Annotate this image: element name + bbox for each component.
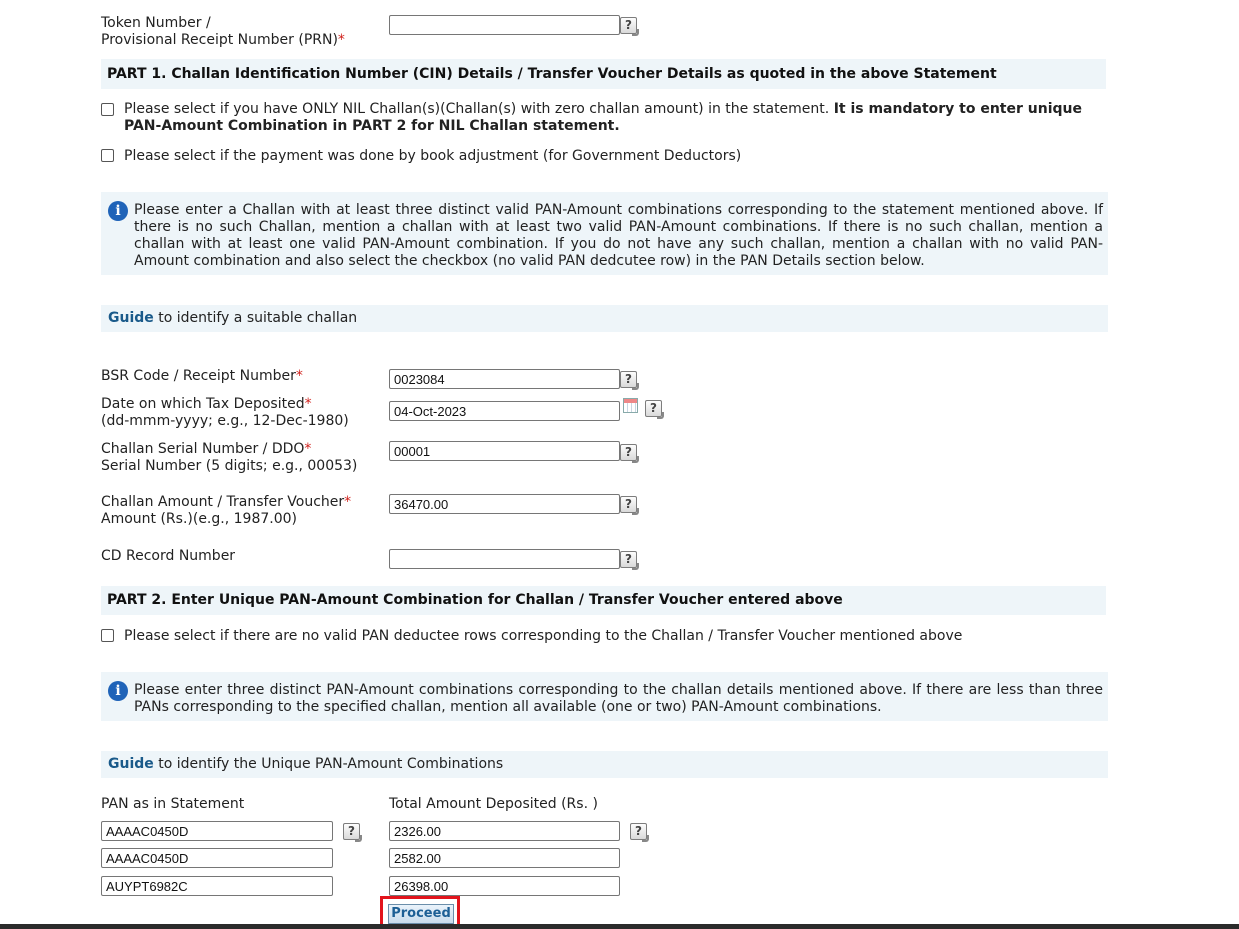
challan-amount-input[interactable] (389, 494, 620, 514)
part2-heading: PART 2. Enter Unique PAN-Amount Combinat… (101, 586, 1106, 615)
help-icon[interactable]: ? (620, 551, 639, 570)
date-deposited-input[interactable] (389, 401, 620, 421)
challan-amount-label: Challan Amount / Transfer Voucher* Amoun… (101, 494, 352, 527)
book-adjustment-text: Please select if the payment was done by… (124, 148, 742, 164)
token-number-input[interactable] (389, 15, 620, 35)
amount-input-3[interactable] (389, 876, 620, 896)
help-icon[interactable]: ? (343, 823, 362, 842)
pan-column-header: PAN as in Statement (101, 796, 245, 812)
help-icon[interactable]: ? (630, 823, 649, 842)
pan-guide-link[interactable]: Guide (108, 756, 154, 772)
challan-guide-bar: Guide to identify a suitable challan (101, 305, 1108, 332)
help-icon[interactable]: ? (620, 371, 639, 390)
pan-input-3[interactable] (101, 876, 333, 896)
bsr-code-label: BSR Code / Receipt Number* (101, 368, 303, 384)
calendar-icon[interactable] (623, 398, 638, 413)
cd-record-label: CD Record Number (101, 548, 236, 564)
amount-input-1[interactable] (389, 821, 620, 841)
required-mark: * (337, 32, 345, 48)
date-label: Date on which Tax Deposited* (dd-mmm-yyy… (101, 396, 349, 429)
proceed-button[interactable]: Proceed (388, 904, 454, 924)
cd-record-input[interactable] (389, 549, 620, 569)
challan-serial-label: Challan Serial Number / DDO* Serial Numb… (101, 441, 358, 474)
help-icon[interactable]: ? (620, 496, 639, 515)
amount-input-2[interactable] (389, 848, 620, 868)
nil-challan-checkbox[interactable] (101, 103, 114, 116)
help-icon[interactable]: ? (620, 17, 639, 36)
pan-input-2[interactable] (101, 848, 333, 868)
challan-info-box: i Please enter a Challan with at least t… (101, 192, 1108, 275)
nil-challan-text: Please select if you have ONLY NIL Chall… (124, 101, 1082, 134)
challan-guide-link[interactable]: Guide (108, 310, 154, 326)
info-icon: i (108, 681, 128, 701)
pan-info-box: i Please enter three distinct PAN-Amount… (101, 672, 1108, 721)
amount-column-header: Total Amount Deposited (Rs. ) (389, 796, 598, 812)
info-icon: i (108, 201, 128, 221)
bottom-divider (0, 924, 1239, 929)
no-valid-pan-text: Please select if there are no valid PAN … (124, 628, 963, 644)
book-adjustment-checkbox[interactable] (101, 149, 114, 162)
pan-input-1[interactable] (101, 821, 333, 841)
help-icon[interactable]: ? (645, 400, 664, 419)
no-valid-pan-checkbox[interactable] (101, 629, 114, 642)
pan-guide-bar: Guide to identify the Unique PAN-Amount … (101, 751, 1108, 778)
help-icon[interactable]: ? (620, 444, 639, 463)
challan-serial-input[interactable] (389, 441, 620, 461)
part1-heading: PART 1. Challan Identification Number (C… (101, 59, 1106, 89)
token-label: Token Number / Provisional Receipt Numbe… (101, 15, 345, 48)
bsr-code-input[interactable] (389, 369, 620, 389)
